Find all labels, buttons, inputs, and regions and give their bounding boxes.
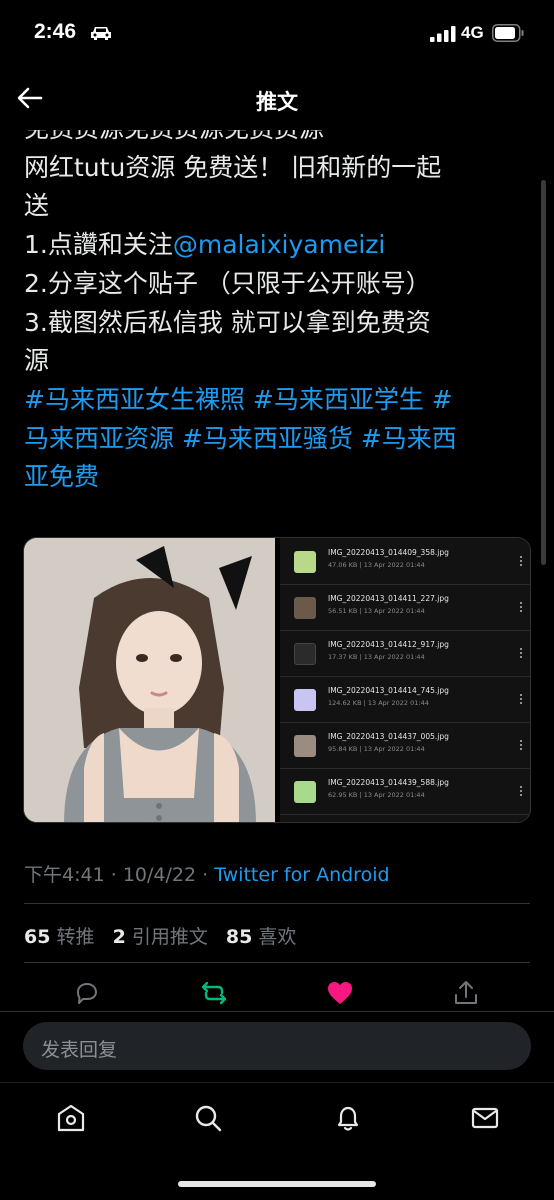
tweet-date: 10/4/22	[122, 864, 197, 886]
tweet-source-link[interactable]: Twitter for Android	[214, 864, 389, 886]
tweet-line-prefix: 1.点讚和关注	[24, 230, 173, 260]
tweet-line: 3.截图然后私信我 就可以拿到免费资	[24, 307, 431, 337]
home-indicator[interactable]	[178, 1181, 376, 1187]
media-photo[interactable]	[24, 538, 275, 822]
divider	[24, 903, 530, 904]
status-time: 2:46	[34, 20, 77, 43]
file-name: IMG_20220413_014437_005.jpg	[328, 732, 449, 741]
file-list: IMG_20220413_014409_358.jpg 47.06 KB | 1…	[280, 538, 530, 822]
hashtag-links[interactable]: 亚免费	[24, 458, 524, 497]
more-vert-icon[interactable]	[518, 600, 524, 614]
car-icon	[91, 27, 111, 40]
tweet-media[interactable]: IMG_20220413_014409_358.jpg 47.06 KB | 1…	[23, 537, 531, 823]
file-meta: 17.37 KB | 13 Apr 2022 01:44	[328, 653, 425, 661]
like-icon[interactable]	[325, 978, 355, 1008]
reply-icon[interactable]	[72, 978, 102, 1008]
divider	[24, 962, 530, 963]
portrait-image	[24, 538, 275, 822]
file-name: IMG_20220413_014414_745.jpg	[328, 686, 449, 695]
home-icon[interactable]	[56, 1103, 86, 1133]
file-item[interactable]: IMG_20220413_014412_917.jpg 17.37 KB | 1…	[280, 632, 530, 677]
page-title: 推文	[256, 90, 298, 114]
file-item[interactable]: IMG_20220413_014414_745.jpg 124.62 KB | …	[280, 678, 530, 723]
retweet-icon[interactable]	[199, 978, 229, 1008]
tweet-line: 源	[24, 346, 50, 376]
search-icon[interactable]	[193, 1103, 223, 1133]
file-name: IMG_20220413_014439_588.jpg	[328, 778, 449, 787]
likes-stat[interactable]: 85 喜欢	[226, 926, 297, 948]
file-name: IMG_20220413_014409_358.jpg	[328, 548, 449, 557]
file-thumbnail	[294, 781, 316, 803]
signal-icon	[430, 26, 456, 42]
file-item[interactable]: IMG_20220413_014437_005.jpg 95.84 KB | 1…	[280, 724, 530, 769]
tweet-time: 下午4:41	[24, 864, 105, 886]
tweet-line: 送	[24, 191, 50, 221]
file-thumbnail	[294, 735, 316, 757]
top-app-bar: 推文	[0, 70, 554, 130]
battery-icon	[492, 24, 524, 42]
file-meta: 124.62 KB | 13 Apr 2022 01:44	[328, 699, 429, 707]
tweet-text: 免费资源免费资源免费资源 网红tutu资源 免费送！ 旧和新的一起 送 1.点讚…	[24, 110, 524, 497]
hashtag-links[interactable]: 马来西亚资源 #马来西亚骚货 #马来西	[24, 420, 524, 459]
divider	[0, 1011, 554, 1012]
mention-link[interactable]: @malaixiyameizi	[173, 230, 386, 259]
hashtag-links[interactable]: #马来西亚女生裸照 #马来西亚学生 #	[24, 381, 524, 420]
retweets-stat[interactable]: 65 转推	[24, 926, 95, 948]
more-vert-icon[interactable]	[518, 646, 524, 660]
separator: ·	[110, 864, 117, 886]
more-vert-icon[interactable]	[518, 784, 524, 798]
tweet-stats: 65 转推 2 引用推文 85 喜欢	[24, 922, 308, 949]
file-meta: 56.51 KB | 13 Apr 2022 01:44	[328, 607, 425, 615]
file-item[interactable]: IMG_20220413_014411_227.jpg 56.51 KB | 1…	[280, 586, 530, 631]
file-thumbnail	[294, 689, 316, 711]
tweet-line: 2.分享这个贴子 （只限于公开账号）	[24, 268, 431, 298]
reply-placeholder: 发表回复	[41, 1039, 118, 1061]
tweet-line: 1.点讚和关注@malaixiyameizi	[24, 226, 524, 265]
file-item[interactable]: IMG_20220413_014409_358.jpg 47.06 KB | 1…	[280, 540, 530, 585]
more-vert-icon[interactable]	[518, 738, 524, 752]
file-meta: 47.06 KB | 13 Apr 2022 01:44	[328, 561, 425, 569]
quotes-stat[interactable]: 2 引用推文	[113, 926, 208, 948]
messages-envelope-icon[interactable]	[470, 1103, 500, 1133]
more-vert-icon[interactable]	[518, 554, 524, 568]
status-bar: 2:46 4G	[0, 0, 554, 70]
separator: ·	[202, 864, 209, 886]
more-vert-icon[interactable]	[518, 692, 524, 706]
scrollbar[interactable]	[541, 180, 546, 565]
file-name: IMG_20220413_014412_917.jpg	[328, 640, 449, 649]
file-item[interactable]: IMG_20220413_014439_588.jpg 62.95 KB | 1…	[280, 770, 530, 815]
file-meta: 62.95 KB | 13 Apr 2022 01:44	[328, 791, 425, 799]
file-thumbnail	[294, 597, 316, 619]
tweet-line: 网红tutu资源 免费送！ 旧和新的一起	[24, 152, 442, 182]
file-meta: 95.84 KB | 13 Apr 2022 01:44	[328, 745, 425, 753]
tweet-timestamp: 下午4:41 · 10/4/22 · Twitter for Android	[24, 860, 390, 887]
reply-input[interactable]: 发表回复	[23, 1022, 531, 1070]
notifications-bell-icon[interactable]	[333, 1103, 363, 1133]
file-thumbnail	[294, 643, 316, 665]
share-icon[interactable]	[451, 978, 481, 1008]
network-label: 4G	[461, 23, 484, 42]
file-name: IMG_20220413_014411_227.jpg	[328, 594, 449, 603]
file-thumbnail	[294, 551, 316, 573]
